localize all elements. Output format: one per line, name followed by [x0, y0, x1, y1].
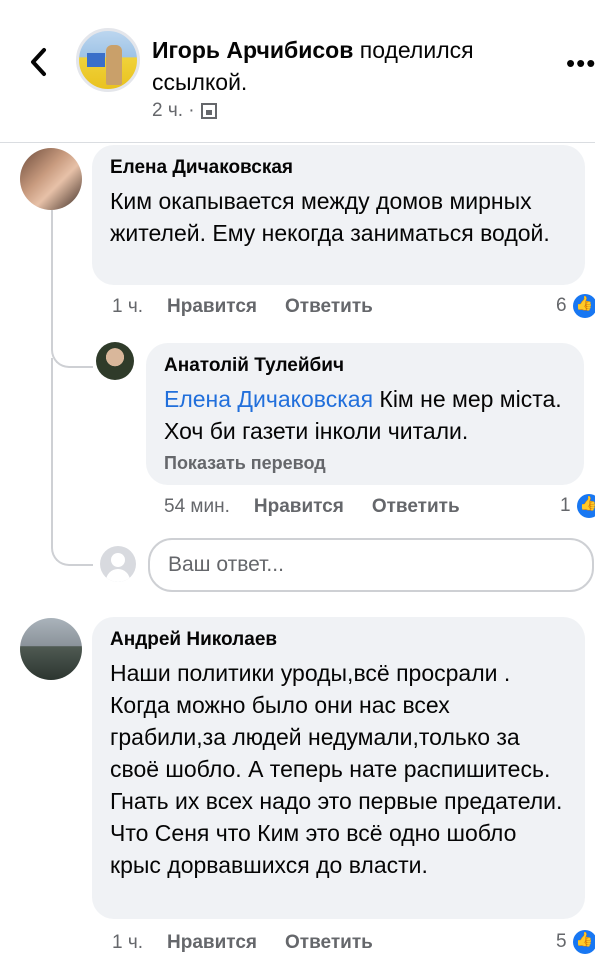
like-reaction-icon — [572, 294, 595, 318]
show-translation-button[interactable]: Показать перевод — [164, 453, 566, 474]
comment-text: Наши политики уроды,всё просрали . Когда… — [110, 660, 563, 878]
post-title: Игорь Арчибисов поделился ссылкой. — [152, 34, 532, 98]
comment-text: Елена Дичаковская Кім не мер міста. Хоч … — [164, 386, 562, 444]
post-header: Игорь Арчибисов поделился ссылкой. 2 ч. … — [0, 0, 595, 142]
comment-text: Ким окапывается между домов мирных жител… — [110, 188, 550, 246]
comment-bubble: Елена Дичаковская Ким окапывается между … — [92, 145, 585, 285]
thread-connector — [51, 358, 93, 566]
audience-icon[interactable] — [200, 103, 217, 119]
reply-button[interactable]: Ответить — [285, 932, 373, 954]
reply-input[interactable]: Ваш ответ... — [148, 538, 594, 592]
reaction-count[interactable]: 6 — [556, 294, 595, 318]
commenter-avatar[interactable] — [20, 148, 82, 210]
thread-line — [51, 210, 53, 350]
post-author-name[interactable]: Игорь Арчибисов — [152, 37, 353, 63]
like-reaction-icon — [572, 930, 595, 954]
reply-placeholder: Ваш ответ... — [168, 553, 284, 576]
reaction-count[interactable]: 1 — [560, 494, 595, 518]
commenter-avatar[interactable] — [96, 342, 134, 380]
like-button[interactable]: Нравится — [167, 296, 257, 318]
current-user-avatar — [100, 546, 136, 582]
comment-actions: 54 мин. Нравится Ответить — [164, 496, 488, 518]
like-button[interactable]: Нравится — [167, 932, 257, 954]
reaction-number: 6 — [556, 295, 567, 316]
flag-icon — [87, 53, 105, 67]
reaction-number: 5 — [556, 931, 567, 952]
reaction-count[interactable]: 5 — [556, 930, 595, 954]
comment-actions: 1 ч. Нравится Ответить — [112, 296, 401, 318]
divider — [0, 142, 595, 143]
comment-actions: 1 ч. Нравится Ответить — [112, 932, 401, 954]
chevron-left-icon — [31, 48, 46, 76]
commenter-avatar[interactable] — [20, 618, 82, 680]
comment-bubble: Андрей Николаев Наши политики уроды,всё … — [92, 617, 585, 919]
comment-author[interactable]: Анатолій Тулейбич — [164, 355, 566, 377]
author-avatar[interactable] — [76, 28, 140, 92]
mention-link[interactable]: Елена Дичаковская — [164, 386, 373, 412]
comment-bubble: Анатолій Тулейбич Елена Дичаковская Кім … — [146, 343, 584, 485]
comment-time[interactable]: 54 мин. — [164, 496, 230, 518]
reply-button[interactable]: Ответить — [285, 296, 373, 318]
like-reaction-icon — [576, 494, 595, 518]
comment-time[interactable]: 1 ч. — [112, 932, 143, 954]
comment-time[interactable]: 1 ч. — [112, 296, 143, 318]
reaction-number: 1 — [560, 495, 571, 516]
post-meta: 2 ч. · — [152, 100, 217, 122]
reply-button[interactable]: Ответить — [372, 496, 460, 518]
comment-author[interactable]: Елена Дичаковская — [110, 157, 567, 179]
more-options-button[interactable]: ••• — [566, 48, 595, 79]
like-button[interactable]: Нравится — [254, 496, 344, 518]
post-time[interactable]: 2 ч. · — [152, 100, 195, 122]
comment-author[interactable]: Андрей Николаев — [110, 629, 567, 651]
back-button[interactable] — [24, 44, 54, 80]
